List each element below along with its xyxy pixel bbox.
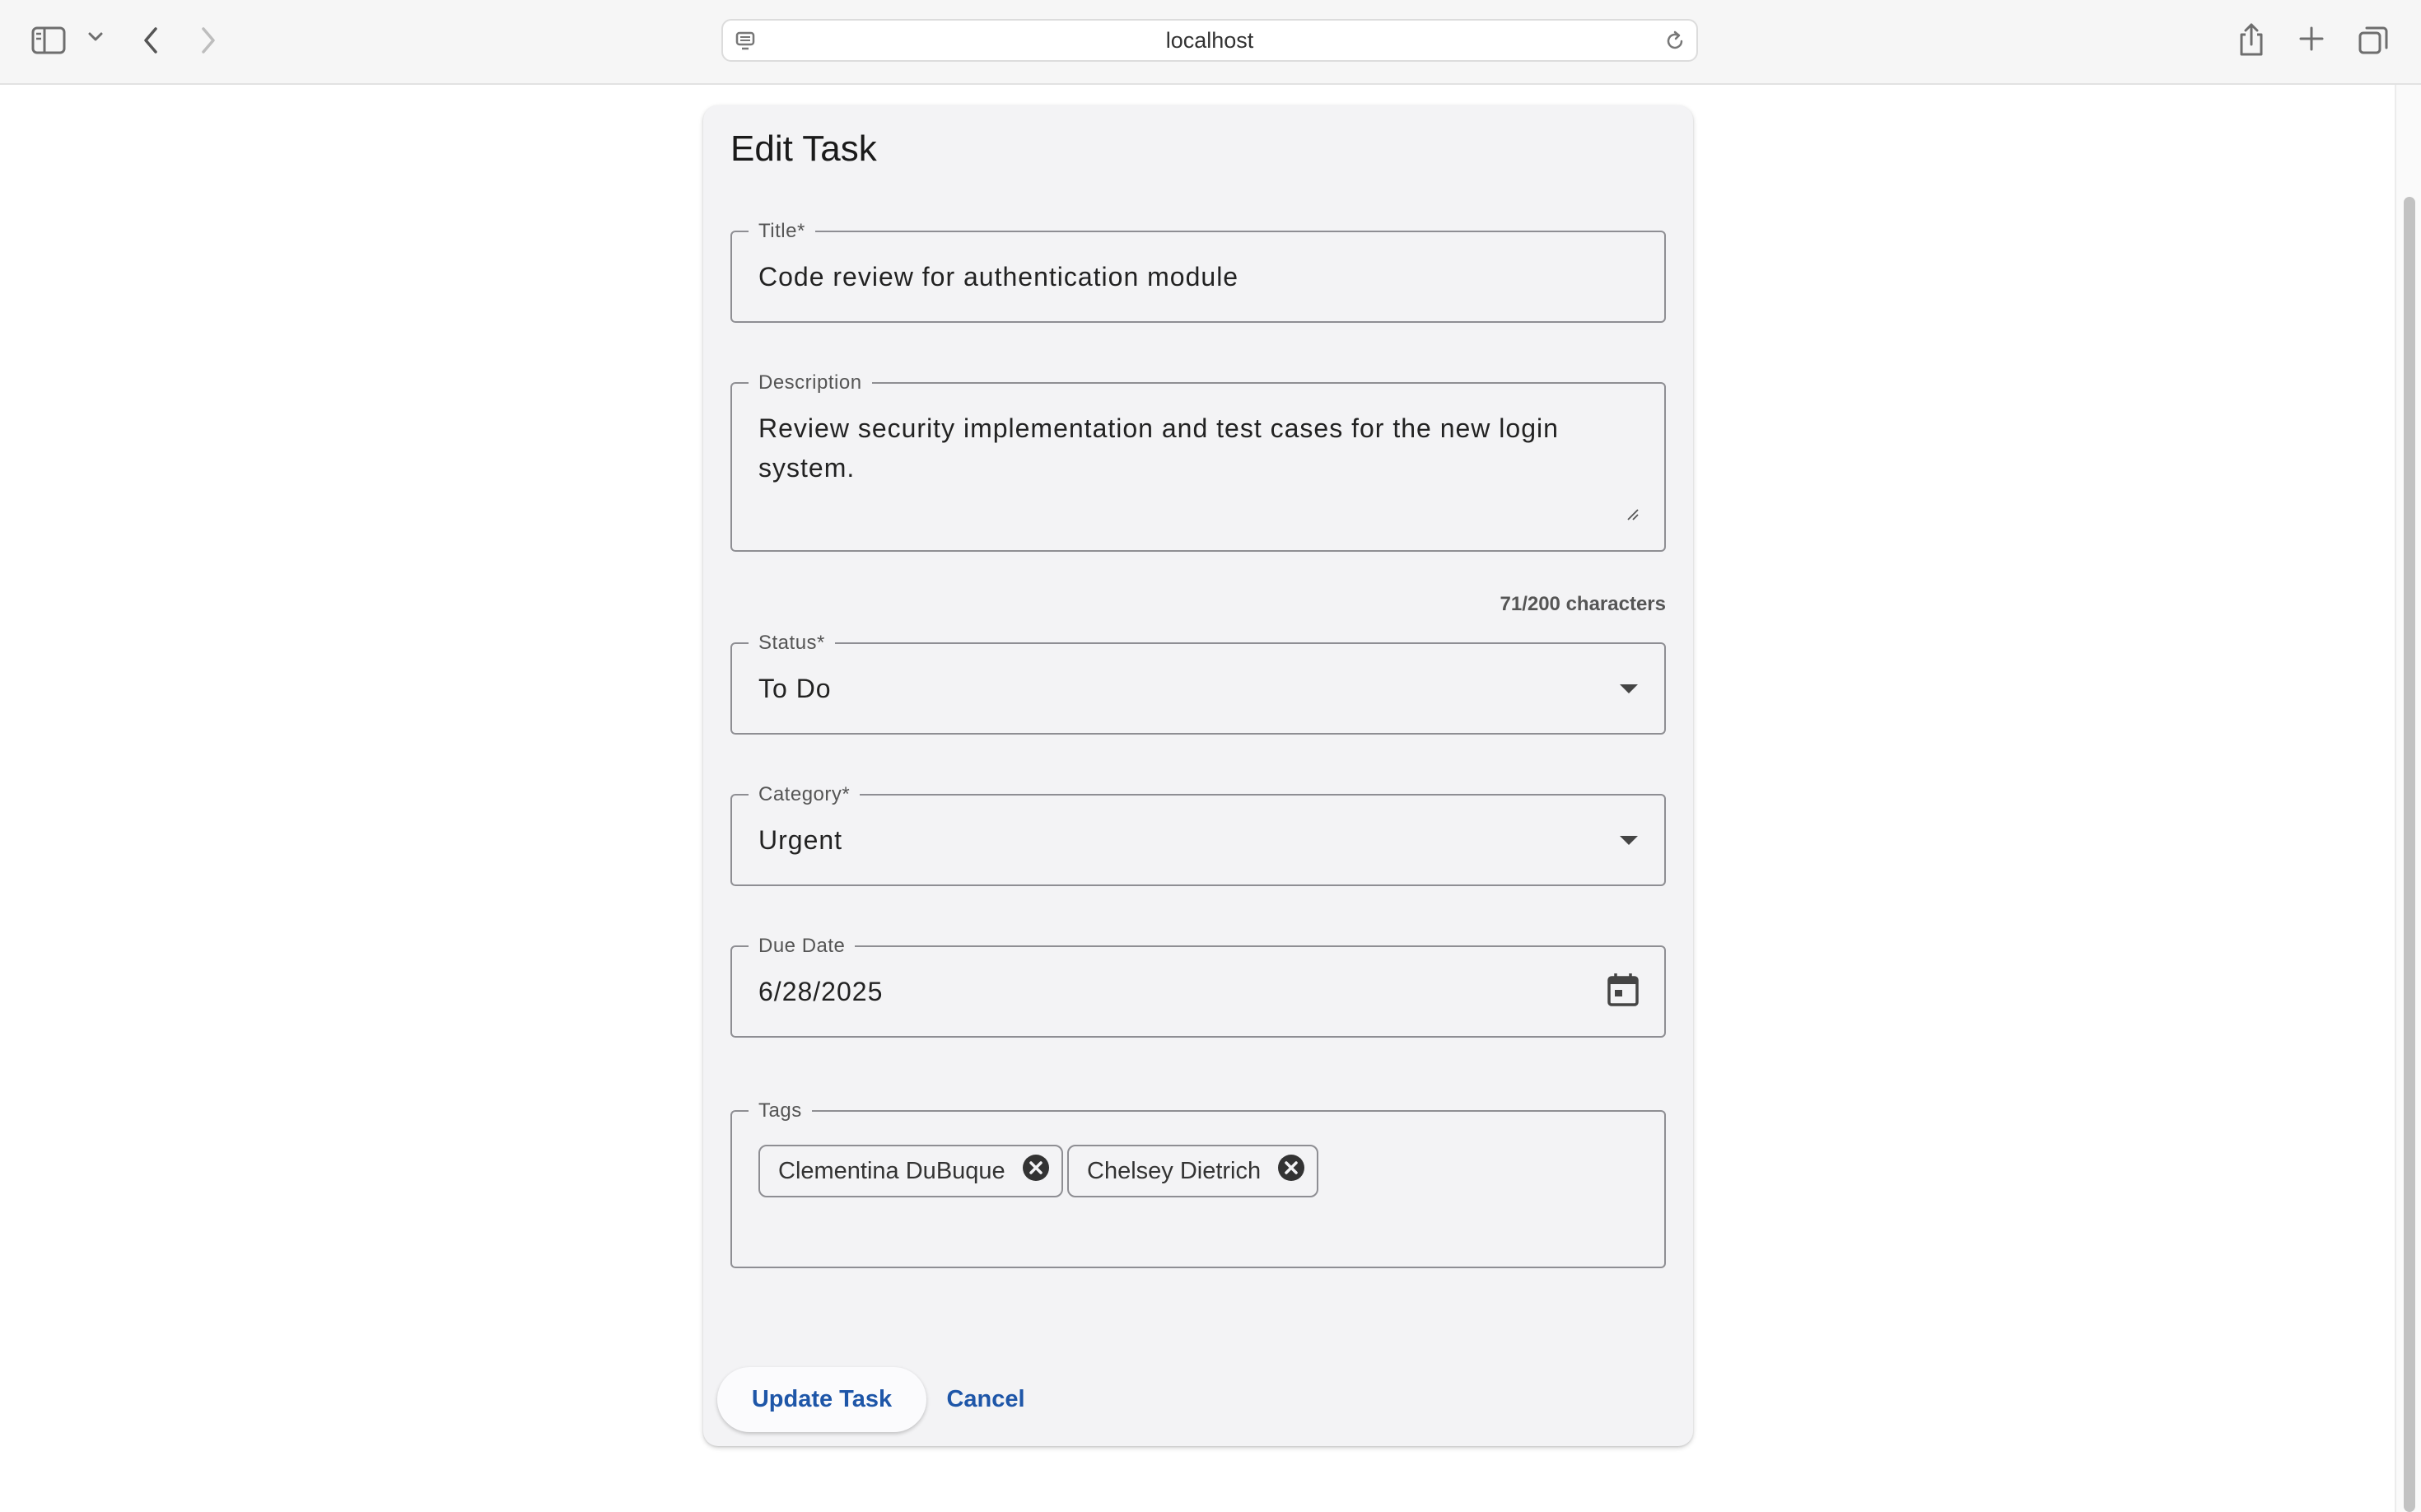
title-input[interactable]: Code review for authentication module bbox=[758, 262, 1238, 292]
remove-tag-icon[interactable] bbox=[1277, 1154, 1305, 1188]
title-label: Title* bbox=[749, 220, 815, 243]
category-select[interactable]: Category* Urgent bbox=[730, 783, 1666, 886]
due-date-label: Due Date bbox=[749, 935, 856, 958]
tag-chip[interactable]: Chelsey Dietrich bbox=[1067, 1145, 1319, 1197]
calendar-icon[interactable] bbox=[1607, 973, 1640, 1011]
status-value: To Do bbox=[758, 674, 832, 703]
tags-label: Tags bbox=[749, 1099, 812, 1122]
status-label: Status* bbox=[749, 632, 835, 655]
back-icon[interactable] bbox=[140, 25, 161, 56]
remove-tag-icon[interactable] bbox=[1022, 1154, 1050, 1188]
update-task-button[interactable]: Update Task bbox=[717, 1367, 926, 1432]
plus-icon[interactable] bbox=[2297, 25, 2325, 53]
chevron-down-icon[interactable] bbox=[1620, 684, 1638, 698]
character-counter: 71/200 characters bbox=[1500, 593, 1667, 615]
url-text: localhost bbox=[1165, 27, 1254, 53]
tag-chip[interactable]: Clementina DuBuque bbox=[758, 1145, 1063, 1197]
description-textarea[interactable]: Review security implementation and test … bbox=[758, 408, 1631, 488]
page-scrollbar[interactable] bbox=[2395, 85, 2421, 1512]
description-field[interactable]: Description Review security implementati… bbox=[730, 371, 1666, 552]
reload-icon[interactable] bbox=[1663, 30, 1686, 57]
status-select[interactable]: Status* To Do bbox=[730, 632, 1666, 735]
tabs-icon[interactable] bbox=[2357, 25, 2390, 56]
due-date-field[interactable]: Due Date 6/28/2025 bbox=[730, 935, 1666, 1038]
edit-task-card: Edit Task Title* Code review for authent… bbox=[703, 105, 1693, 1446]
category-value: Urgent bbox=[758, 825, 843, 855]
forward-icon[interactable] bbox=[198, 25, 219, 56]
sidebar-icon[interactable] bbox=[31, 25, 69, 56]
tag-chip-label: Chelsey Dietrich bbox=[1087, 1157, 1262, 1184]
resize-handle-icon[interactable] bbox=[1626, 508, 1640, 525]
share-icon[interactable] bbox=[2237, 21, 2266, 58]
browser-toolbar: localhost bbox=[0, 0, 2421, 85]
description-label: Description bbox=[749, 371, 872, 394]
chevron-down-icon[interactable] bbox=[1620, 835, 1638, 850]
chevron-down-icon[interactable] bbox=[87, 31, 104, 43]
address-bar[interactable]: localhost bbox=[721, 19, 1698, 62]
page-title: Edit Task bbox=[730, 128, 877, 169]
cancel-button[interactable]: Cancel bbox=[935, 1367, 1036, 1432]
category-label: Category* bbox=[749, 783, 861, 806]
tags-field[interactable]: Tags Clementina DuBuque Chelsey Dietrich bbox=[730, 1099, 1666, 1268]
due-date-input[interactable]: 6/28/2025 bbox=[758, 977, 883, 1007]
title-field[interactable]: Title* Code review for authentication mo… bbox=[730, 220, 1666, 323]
tag-chip-label: Clementina DuBuque bbox=[778, 1157, 1005, 1184]
scrollbar-thumb[interactable] bbox=[2404, 197, 2415, 1512]
